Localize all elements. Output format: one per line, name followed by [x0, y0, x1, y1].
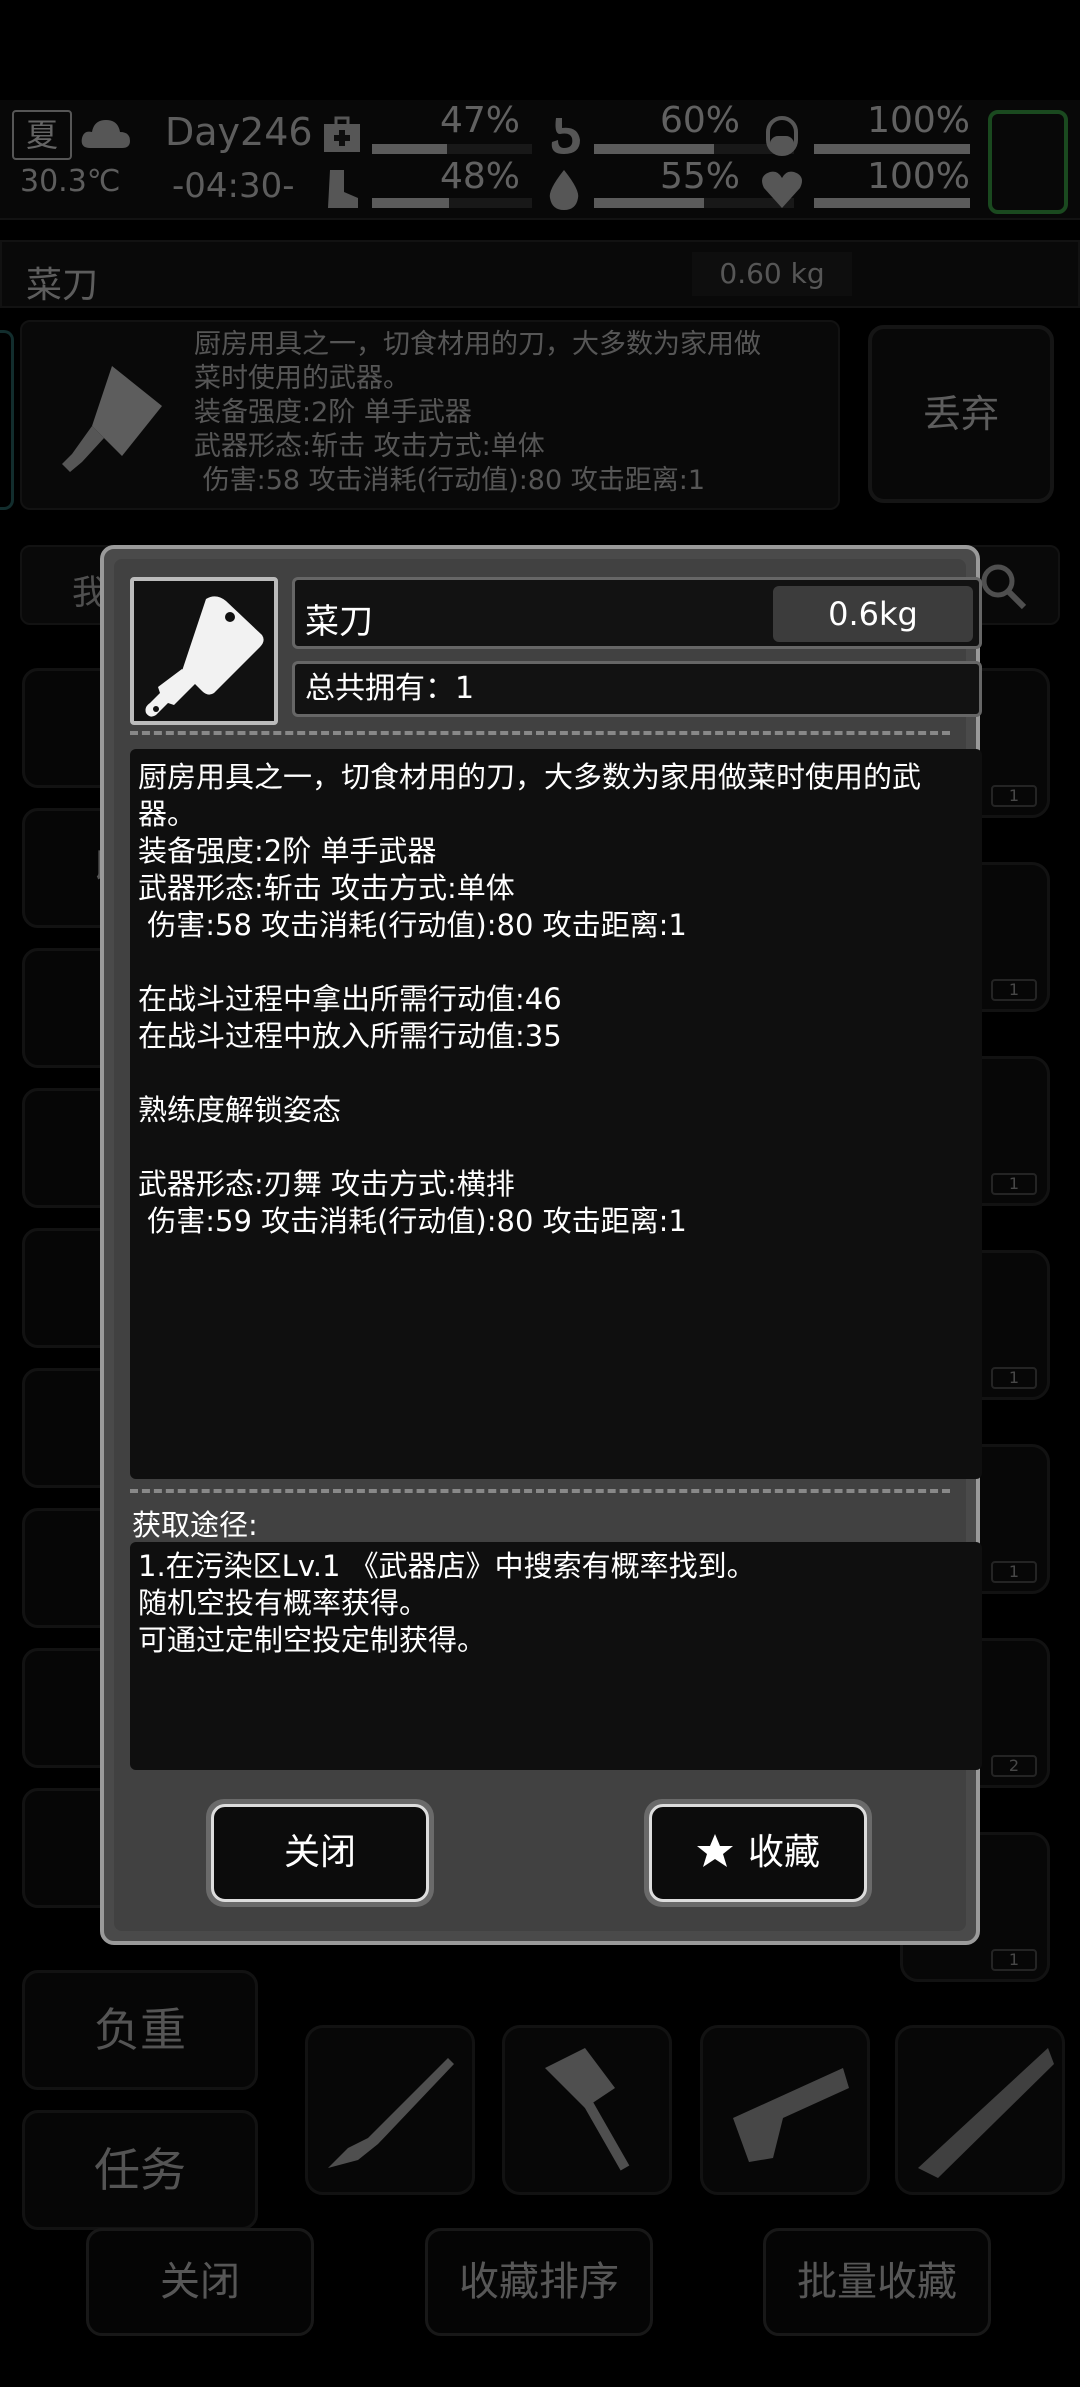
dialog-close-label: 关闭	[211, 1804, 429, 1902]
boot-icon	[320, 168, 364, 212]
item-icon-frame	[130, 577, 278, 725]
dialog-description: 厨房用具之一，切食材用的刀，大多数为家用做菜时使用的武 器。 装备强度:2阶 单…	[130, 749, 982, 1479]
tile-count: 1	[991, 1367, 1037, 1389]
hunger-value: 60%	[659, 100, 740, 141]
dialog-close-button[interactable]: 关闭	[206, 1799, 434, 1907]
cloud-icon	[80, 114, 132, 154]
cleaver-icon	[145, 596, 264, 717]
favorite-label: 收藏	[747, 1832, 820, 1873]
grid-tile-revolver[interactable]	[700, 2025, 870, 2195]
item-header: 菜刀 0.60 kg	[0, 240, 1080, 308]
stat-bar-fill	[372, 144, 448, 154]
day-counter: Day246	[165, 110, 313, 154]
menu-button[interactable]	[988, 110, 1068, 214]
revolver-icon	[733, 2068, 849, 2162]
pill-icon	[760, 114, 804, 158]
tile-count: 2	[991, 1755, 1037, 1777]
dialog-item-name: 菜刀	[305, 602, 373, 642]
thirst-value: 55%	[659, 156, 740, 197]
side-tab-tasks[interactable]: 任务	[22, 2110, 258, 2230]
left-edge-tab[interactable]	[0, 330, 14, 510]
favorite-button[interactable]: 收藏	[644, 1799, 872, 1907]
stat-bar-fill	[814, 144, 970, 154]
stat-bar-fill	[372, 198, 449, 208]
grid-tile-rifle[interactable]	[305, 2025, 475, 2195]
water-drop-icon	[542, 168, 586, 212]
tile-count: 1	[991, 1949, 1037, 1971]
injury-bar	[372, 198, 532, 208]
axe-icon	[545, 2048, 630, 2171]
discard-button[interactable]: 丢弃	[868, 325, 1054, 503]
item-detail-dialog: 菜刀 0.6kg 总共拥有：1 厨房用具之一，切食材用的刀，大多数为家用做菜时使…	[100, 545, 982, 1945]
mood-bar	[814, 198, 970, 208]
stamina-value: 100%	[867, 100, 970, 141]
search-icon[interactable]	[978, 561, 1028, 611]
game-clock: -04:30-	[172, 166, 295, 206]
favorite-sort-button[interactable]: 收藏排序	[425, 2228, 653, 2336]
divider	[130, 731, 950, 735]
dialog-name-box: 菜刀 0.6kg	[292, 577, 982, 649]
status-header: 夏 30.3℃ Day246 -04:30- 47% 60% 100% 48% …	[0, 100, 1080, 220]
source-list: 1.在污染区Lv.1 《武器店》中搜索有概率找到。 随机空投有概率获得。 可通过…	[130, 1542, 982, 1770]
star-icon	[696, 1834, 733, 1867]
grid-tile-ornate-gun[interactable]	[895, 2025, 1065, 2195]
season-badge: 夏	[12, 110, 72, 160]
favorite-button-inner: 收藏	[649, 1804, 867, 1902]
health-bar	[372, 144, 532, 154]
stamina-bar	[814, 144, 970, 154]
dialog-item-weight: 0.6kg	[773, 586, 973, 642]
divider	[130, 1489, 950, 1493]
item-name: 菜刀	[26, 265, 99, 306]
tile-count: 1	[991, 979, 1037, 1001]
bottom-close-button[interactable]: 关闭	[86, 2228, 314, 2336]
source-title: 获取途径:	[132, 1508, 258, 1542]
temperature: 30.3℃	[20, 164, 121, 199]
item-description-bg: 厨房用具之一，切食材用的刀，大多数为家用做 菜时使用的武器。 装备强度:2阶 单…	[194, 329, 761, 496]
mood-value: 100%	[867, 156, 970, 197]
stat-bar-fill	[814, 198, 970, 208]
heart-icon	[760, 168, 804, 212]
rifle-icon	[328, 2058, 454, 2168]
tile-count: 1	[991, 785, 1037, 807]
health-value: 47%	[439, 100, 520, 141]
stat-bar-fill	[594, 144, 714, 154]
side-tab-weight[interactable]: 负重	[22, 1970, 258, 2090]
dialog-body: 菜刀 0.6kg 总共拥有：1 厨房用具之一，切食材用的刀，大多数为家用做菜时使…	[114, 559, 982, 1931]
injury-value: 48%	[439, 156, 520, 197]
ornate-gun-icon	[918, 2048, 1054, 2178]
dialog-owned-count: 总共拥有：1	[292, 661, 982, 717]
item-weight: 0.60 kg	[692, 252, 852, 296]
stat-bar-fill	[594, 198, 704, 208]
stomach-icon	[542, 114, 586, 158]
item-detail-panel: 厨房用具之一，切食材用的刀，大多数为家用做 菜时使用的武器。 装备强度:2阶 单…	[20, 320, 840, 510]
cleaver-icon	[42, 346, 182, 486]
tile-count: 1	[991, 1173, 1037, 1195]
tile-count: 1	[991, 1561, 1037, 1583]
medkit-icon	[320, 114, 364, 158]
batch-favorite-button[interactable]: 批量收藏	[763, 2228, 991, 2336]
game-screen: 夏 30.3℃ Day246 -04:30- 47% 60% 100% 48% …	[0, 0, 1080, 2387]
grid-tile-axe[interactable]	[502, 2025, 672, 2195]
